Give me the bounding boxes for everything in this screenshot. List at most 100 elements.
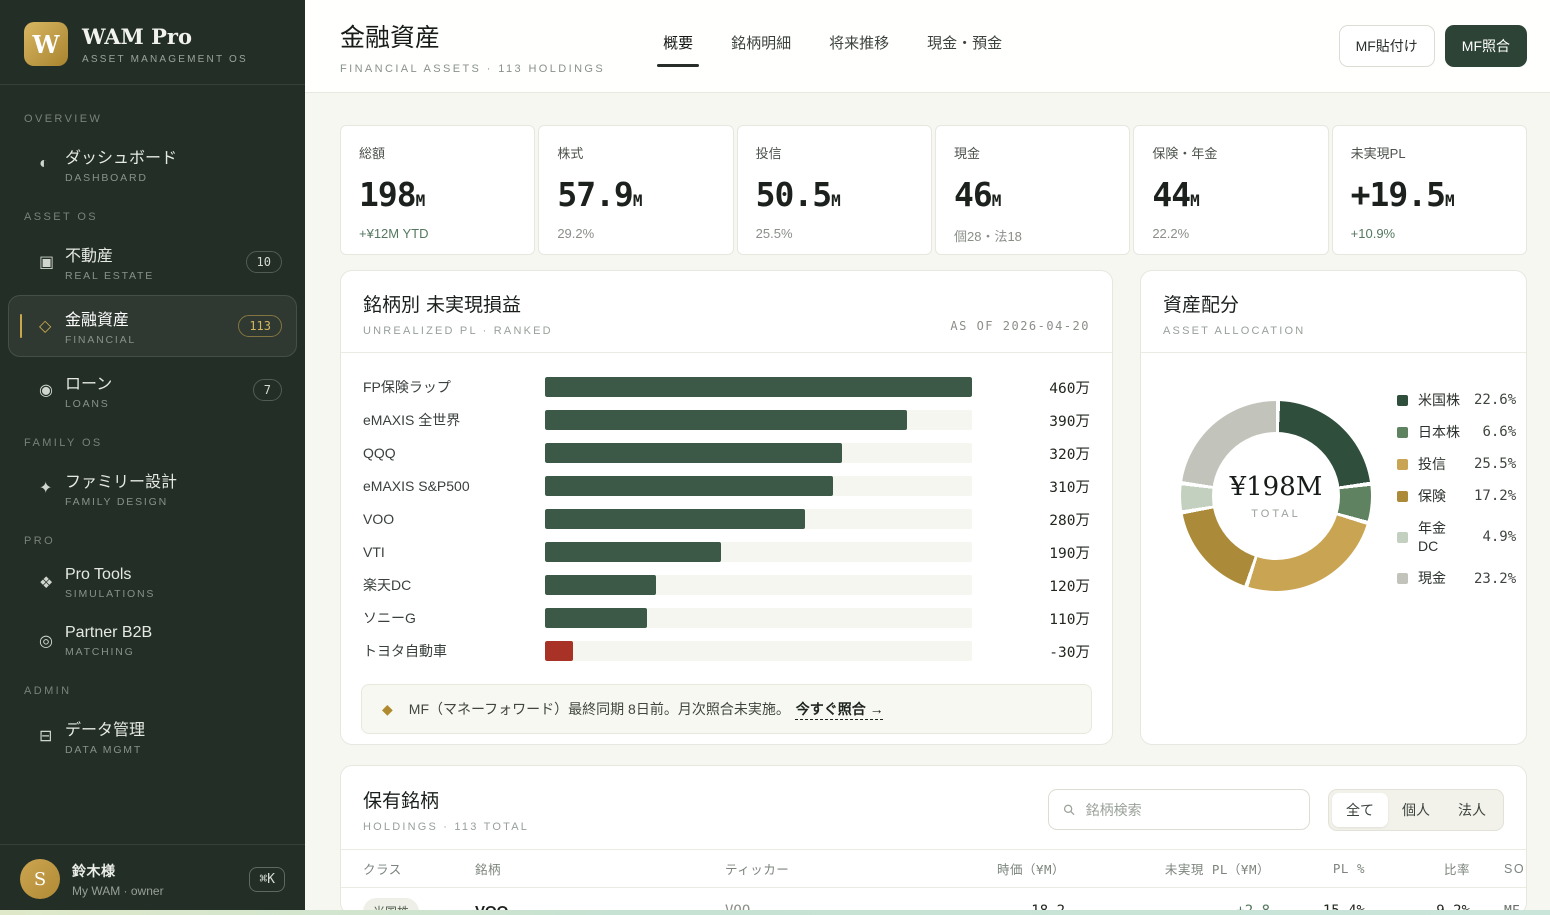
stat-card-投信: 投信50.5M25.5% <box>737 125 932 255</box>
legend-label: 日本株 <box>1418 423 1464 442</box>
count-badge: 113 <box>238 315 282 337</box>
bar-fill <box>545 641 573 661</box>
bar-fill <box>545 575 656 595</box>
header-actions: MF貼付けMF照合 <box>1339 25 1527 67</box>
legend-swatch <box>1397 491 1408 502</box>
sidebar-item-financial[interactable]: ◇金融資産FINANCIAL113 <box>8 295 297 357</box>
tab-将来推移[interactable]: 将来推移 <box>829 32 889 65</box>
allocation-donut-chart: ¥198M TOTAL <box>1181 401 1371 591</box>
legend-item-現金: 現金23.2% <box>1397 569 1516 588</box>
bar-track <box>545 410 972 430</box>
column-header-0: クラス <box>363 859 475 878</box>
user-footer[interactable]: S 鈴木様 My WAM · owner ⌘K <box>0 844 305 915</box>
mf貼付け-button[interactable]: MF貼付け <box>1339 25 1435 67</box>
nav-section-admin: ADMIN <box>0 671 305 703</box>
bar-track <box>545 509 972 529</box>
legend-item-年金dc: 年金DC 4.9% <box>1397 519 1516 557</box>
circle-dot-icon: ◉ <box>39 380 65 400</box>
bar-label: QQQ <box>363 445 545 461</box>
reconcile-now-link[interactable]: 今すぐ照合 → <box>796 701 884 717</box>
bar-row-楽天dc: 楽天DC 120万 <box>363 575 1090 595</box>
sidebar-item-dashboard[interactable]: ◐ダッシュボードDASHBOARD <box>8 133 297 195</box>
bar-fill <box>545 608 647 628</box>
holdings-search[interactable] <box>1048 789 1310 830</box>
legend-label: 年金DC <box>1418 519 1464 557</box>
sidebar-item-family-design[interactable]: ✦ファミリー設計FAMILY DESIGN <box>8 457 297 519</box>
tab-bar: 概要 銘柄明細 将来推移 現金・預金 <box>663 32 1002 65</box>
legend-label: 保険 <box>1418 487 1464 506</box>
tab-概要[interactable]: 概要 <box>663 32 693 65</box>
stat-value: 44M <box>1152 175 1309 214</box>
stat-sub: +¥12M YTD <box>359 226 516 241</box>
filter-個人[interactable]: 個人 <box>1388 793 1444 827</box>
nav-item-sublabel: FINANCIAL <box>65 334 238 346</box>
tab-銘柄明細[interactable]: 銘柄明細 <box>731 32 791 65</box>
stat-value: 57.9M <box>557 175 714 214</box>
bar-row-トヨタ自動車: トヨタ自動車-30万 <box>363 641 1090 661</box>
stat-value: 46M <box>954 175 1111 214</box>
sidebar-item-data-mgmt[interactable]: ⊟データ管理DATA MGMT <box>8 705 297 767</box>
search-input[interactable] <box>1086 802 1295 818</box>
bar-row-qqq: QQQ 320万 <box>363 443 1090 463</box>
nav-item-sublabel: REAL ESTATE <box>65 270 246 282</box>
stat-card-総額: 総額198M+¥12M YTD <box>340 125 535 255</box>
stat-value: 198M <box>359 175 516 214</box>
command-k-shortcut[interactable]: ⌘K <box>249 867 285 892</box>
diamonds-icon: ❖ <box>39 573 65 593</box>
bar-value: 320万 <box>972 443 1090 464</box>
stat-value: +19.5M <box>1351 175 1508 214</box>
bar-track <box>545 542 972 562</box>
nav-section-asset-os: ASSET OS <box>0 197 305 229</box>
app-logo-icon: W <box>24 22 68 66</box>
sidebar-item-matching[interactable]: ◎Partner B2BMATCHING <box>8 613 297 669</box>
legend-label: 投信 <box>1418 455 1464 474</box>
stat-card-保険・年金: 保険・年金44M22.2% <box>1133 125 1328 255</box>
app-name: WAM Pro <box>82 24 248 49</box>
allocation-legend: 米国株22.6%日本株6.6%投信25.5%保険17.2%年金DC4.9%現金2… <box>1397 391 1520 588</box>
bar-track <box>545 575 972 595</box>
content: 総額198M+¥12M YTD株式57.9M29.2%投信50.5M25.5%現… <box>305 93 1550 915</box>
bar-value: 190万 <box>972 542 1090 563</box>
bottom-edge-strip <box>0 910 1550 915</box>
sidebar-nav: OVERVIEW◐ダッシュボードDASHBOARDASSET OS▣不動産REA… <box>0 91 305 844</box>
allocation-subtitle: ASSET ALLOCATION <box>1163 325 1305 337</box>
nav-item-label: Pro Tools <box>65 566 282 584</box>
legend-swatch <box>1397 427 1408 438</box>
stat-sub: 29.2% <box>557 226 714 241</box>
nav-section-family-os: FAMILY OS <box>0 423 305 455</box>
legend-swatch <box>1397 573 1408 584</box>
mf-sync-notice: ◆ MF（マネーフォワード）最終同期 8日前。月次照合未実施。 今すぐ照合 → <box>361 684 1092 734</box>
stat-label: 未実現PL <box>1351 143 1508 162</box>
as-of-date: AS OF 2026-04-20 <box>950 319 1090 337</box>
donut-total-label: TOTAL <box>1251 508 1300 520</box>
filter-全て[interactable]: 全て <box>1332 793 1388 827</box>
legend-value: 4.9% <box>1482 529 1516 545</box>
bar-value: 110万 <box>972 608 1090 629</box>
nav-item-label: 不動産 <box>65 242 246 266</box>
sidebar-item-loans[interactable]: ◉ローンLOANS7 <box>8 359 297 421</box>
holdings-title: 保有銘柄 <box>363 786 529 813</box>
nav-item-sublabel: MATCHING <box>65 646 282 658</box>
nav-item-sublabel: DATA MGMT <box>65 744 282 756</box>
bar-track <box>545 641 972 661</box>
sidebar: W WAM Pro ASSET MANAGEMENT OS OVERVIEW◐ダ… <box>0 0 305 915</box>
nav-item-sublabel: FAMILY DESIGN <box>65 496 282 508</box>
bar-label: 楽天DC <box>363 575 545 595</box>
bar-fill <box>545 476 833 496</box>
sidebar-item-simulations[interactable]: ❖Pro ToolsSIMULATIONS <box>8 555 297 611</box>
nav-section-overview: OVERVIEW <box>0 99 305 131</box>
legend-item-米国株: 米国株22.6% <box>1397 391 1516 410</box>
legend-value: 6.6% <box>1482 424 1516 440</box>
count-badge: 10 <box>246 251 282 273</box>
pl-card-subtitle: UNREALIZED PL · RANKED <box>363 325 553 337</box>
filter-法人[interactable]: 法人 <box>1444 793 1500 827</box>
holdings-table-header: クラス銘柄ティッカー時価（¥M）未実現 PL（¥M）PL %比率SOURCE <box>341 849 1526 888</box>
bar-label: VTI <box>363 544 545 560</box>
sidebar-item-real-estate[interactable]: ▣不動産REAL ESTATE10 <box>8 231 297 293</box>
mf照合-button[interactable]: MF照合 <box>1445 25 1527 67</box>
bar-fill <box>545 509 805 529</box>
tab-現金・預金[interactable]: 現金・預金 <box>927 32 1002 65</box>
bar-value: 120万 <box>972 575 1090 596</box>
unrealized-pl-card: 銘柄別 未実現損益 UNREALIZED PL · RANKED AS OF 2… <box>340 270 1113 745</box>
legend-item-投信: 投信25.5% <box>1397 455 1516 474</box>
